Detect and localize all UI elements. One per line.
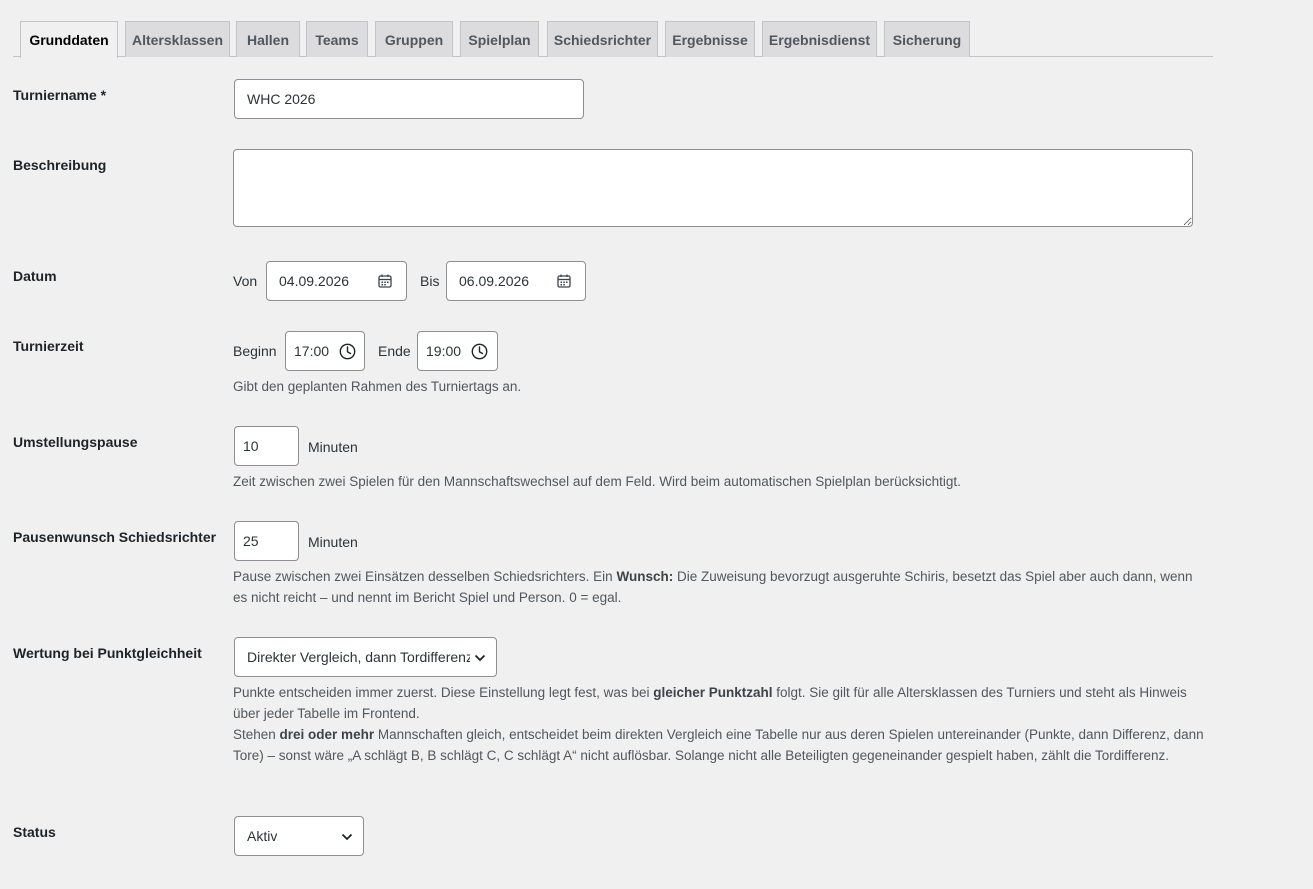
chevron-down-icon	[341, 828, 353, 844]
clock-icon[interactable]	[339, 343, 356, 360]
date-from-input[interactable]: 04.09.2026	[266, 261, 407, 301]
turniername-label: Turniername *	[13, 87, 107, 103]
clock-icon[interactable]	[471, 343, 488, 360]
umstellungspause-hint: Zeit zwischen zwei Spielen für den Manns…	[233, 474, 961, 489]
beschreibung-label: Beschreibung	[13, 157, 107, 173]
pausenwunsch-label: Pausenwunsch Schiedsrichter	[13, 529, 217, 545]
turnierzeit-label: Turnierzeit	[13, 338, 84, 354]
tab-ergebnisdienst[interactable]: Ergebnisdienst	[762, 21, 877, 57]
wertung-hint: Punkte entscheiden immer zuerst. Diese E…	[233, 685, 1204, 763]
calendar-icon[interactable]	[557, 274, 571, 288]
tab-teams[interactable]: Teams	[306, 21, 368, 57]
status-label: Status	[13, 824, 56, 840]
pausenwunsch-input[interactable]: 25	[234, 521, 299, 561]
date-to-input[interactable]: 06.09.2026	[446, 261, 586, 301]
bis-label: Bis	[420, 273, 440, 289]
beschreibung-textarea[interactable]	[233, 149, 1193, 227]
chevron-down-icon	[474, 649, 486, 665]
calendar-icon[interactable]	[378, 274, 392, 288]
wertung-select-value: Direkter Vergleich, dann Tordifferenz	[247, 649, 470, 665]
start-time-value: 17:00	[294, 343, 330, 359]
start-time-input[interactable]: 17:00	[285, 331, 365, 371]
tab-gruppen[interactable]: Gruppen	[375, 21, 453, 57]
end-time-input[interactable]: 19:00	[417, 331, 498, 371]
tab-hallen[interactable]: Hallen	[236, 21, 300, 57]
ende-label: Ende	[378, 343, 411, 359]
wertung-select[interactable]: Direkter Vergleich, dann Tordifferenz	[234, 637, 497, 677]
turniername-input[interactable]: WHC 2026	[234, 79, 584, 119]
tab-bar: Grunddaten Altersklassen Hallen Teams Gr…	[13, 21, 1213, 58]
pausenwunsch-hint: Pause zwischen zwei Einsätzen desselben …	[233, 569, 1193, 605]
umstellungspause-unit: Minuten	[308, 439, 358, 455]
status-select-value: Aktiv	[247, 828, 278, 844]
von-label: Von	[233, 273, 258, 289]
status-select[interactable]: Aktiv	[234, 816, 364, 856]
tab-schiedsrichter[interactable]: Schiedsrichter	[547, 21, 658, 57]
end-time-value: 19:00	[426, 343, 462, 359]
date-to-value: 06.09.2026	[459, 273, 530, 289]
wertung-label: Wertung bei Punktgleichheit	[13, 645, 202, 661]
turnierzeit-hint: Gibt den geplanten Rahmen des Turniertag…	[233, 379, 522, 394]
datum-label: Datum	[13, 268, 57, 284]
tab-altersklassen[interactable]: Altersklassen	[125, 21, 230, 57]
tab-grunddaten[interactable]: Grunddaten	[20, 21, 118, 58]
date-from-value: 04.09.2026	[279, 273, 350, 289]
beginn-label: Beginn	[233, 343, 277, 359]
tab-ergebnisse[interactable]: Ergebnisse	[665, 21, 755, 57]
tab-spielplan[interactable]: Spielplan	[460, 21, 539, 57]
umstellungspause-label: Umstellungspause	[13, 434, 138, 450]
pausenwunsch-unit: Minuten	[308, 534, 358, 550]
tab-sicherung[interactable]: Sicherung	[884, 21, 970, 57]
umstellungspause-input[interactable]: 10	[234, 426, 299, 466]
